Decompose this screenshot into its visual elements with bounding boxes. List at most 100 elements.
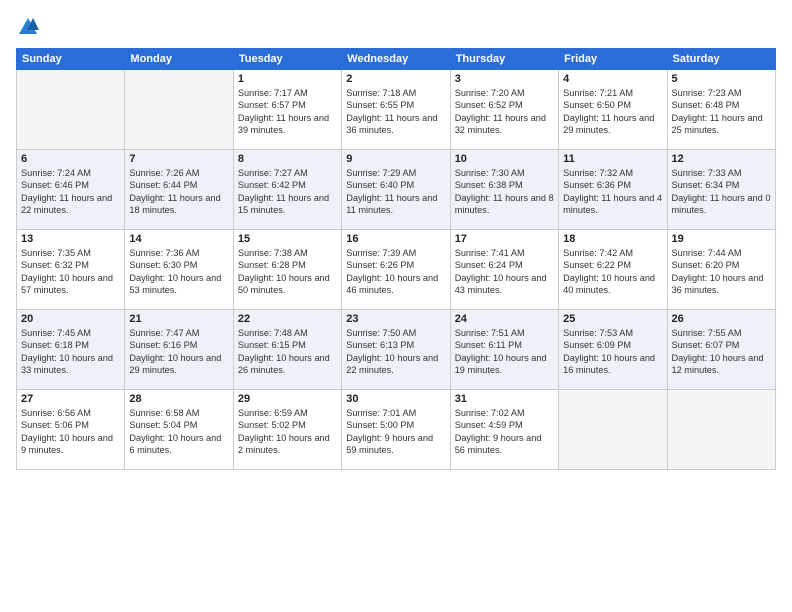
calendar-day-cell: 29 Sunrise: 6:59 AM Sunset: 5:02 PM Dayli… [233,390,341,470]
day-number: 1 [238,73,337,85]
calendar-day-cell: 24 Sunrise: 7:51 AM Sunset: 6:11 PM Dayli… [450,310,558,390]
calendar-day-cell: 8 Sunrise: 7:27 AM Sunset: 6:42 PM Daylig… [233,150,341,230]
calendar-day-cell [667,390,775,470]
day-number: 12 [672,153,771,165]
day-info: Sunrise: 7:36 AM Sunset: 6:30 PM Dayligh… [129,247,228,297]
calendar-day-cell [17,70,125,150]
calendar-day-cell: 17Sunrise: 7:41 AM Sunset: 6:24 PM Dayli… [450,230,558,310]
day-number: 6 [21,153,120,165]
weekday-header: Sunday [17,49,125,70]
calendar-day-cell: 14 Sunrise: 7:36 AM Sunset: 6:30 PM Dayli… [125,230,233,310]
day-number: 25 [563,313,662,325]
calendar-day-cell: 4 Sunrise: 7:21 AM Sunset: 6:50 PM Daylig… [559,70,667,150]
day-info: Sunrise: 7:50 AM Sunset: 6:13 PM Dayligh… [346,327,445,377]
day-number: 8 [238,153,337,165]
day-info: Sunrise: 7:21 AM Sunset: 6:50 PM Dayligh… [563,87,662,137]
calendar-day-cell: 2 Sunrise: 7:18 AM Sunset: 6:55 PM Daylig… [342,70,450,150]
calendar-day-cell [125,70,233,150]
day-number: 27 [21,393,120,405]
weekday-header: Monday [125,49,233,70]
calendar-day-cell: 26 Sunrise: 7:55 AM Sunset: 6:07 PM Dayli… [667,310,775,390]
day-info: Sunrise: 7:41 AM Sunset: 6:24 PM Dayligh… [455,247,554,297]
day-number: 2 [346,73,445,85]
calendar-day-cell: 1 Sunrise: 7:17 AM Sunset: 6:57 PM Daylig… [233,70,341,150]
weekday-header: Tuesday [233,49,341,70]
day-number: 4 [563,73,662,85]
day-number: 26 [672,313,771,325]
day-info: Sunrise: 7:55 AM Sunset: 6:07 PM Dayligh… [672,327,771,377]
day-number: 29 [238,393,337,405]
calendar-day-cell: 20Sunrise: 7:45 AM Sunset: 6:18 PM Dayli… [17,310,125,390]
day-info: Sunrise: 7:35 AM Sunset: 6:32 PM Dayligh… [21,247,120,297]
calendar-week-row: 1 Sunrise: 7:17 AM Sunset: 6:57 PM Daylig… [17,70,776,150]
day-info: Sunrise: 7:18 AM Sunset: 6:55 PM Dayligh… [346,87,445,137]
calendar-week-row: 6 Sunrise: 7:24 AM Sunset: 6:46 PM Daylig… [17,150,776,230]
calendar-day-cell: 15 Sunrise: 7:38 AM Sunset: 6:28 PM Dayli… [233,230,341,310]
calendar-day-cell: 16 Sunrise: 7:39 AM Sunset: 6:26 PM Dayli… [342,230,450,310]
day-info: Sunrise: 7:51 AM Sunset: 6:11 PM Dayligh… [455,327,554,377]
day-number: 13 [21,233,120,245]
calendar-day-cell: 11Sunrise: 7:32 AM Sunset: 6:36 PM Dayli… [559,150,667,230]
day-number: 21 [129,313,228,325]
calendar-day-cell: 27 Sunrise: 6:56 AM Sunset: 5:06 PM Dayli… [17,390,125,470]
calendar-week-row: 27 Sunrise: 6:56 AM Sunset: 5:06 PM Dayli… [17,390,776,470]
day-number: 9 [346,153,445,165]
day-info: Sunrise: 7:17 AM Sunset: 6:57 PM Dayligh… [238,87,337,137]
day-info: Sunrise: 6:59 AM Sunset: 5:02 PM Dayligh… [238,407,337,457]
weekday-header: Thursday [450,49,558,70]
day-number: 28 [129,393,228,405]
weekday-header: Friday [559,49,667,70]
calendar-day-cell: 12 Sunrise: 7:33 AM Sunset: 6:34 PM Dayli… [667,150,775,230]
calendar-day-cell: 22Sunrise: 7:48 AM Sunset: 6:15 PM Dayli… [233,310,341,390]
calendar-table: SundayMondayTuesdayWednesdayThursdayFrid… [16,48,776,470]
day-info: Sunrise: 7:20 AM Sunset: 6:52 PM Dayligh… [455,87,554,137]
day-number: 15 [238,233,337,245]
calendar-day-cell: 19Sunrise: 7:44 AM Sunset: 6:20 PM Dayli… [667,230,775,310]
day-info: Sunrise: 7:02 AM Sunset: 4:59 PM Dayligh… [455,407,554,457]
day-number: 23 [346,313,445,325]
weekday-header: Saturday [667,49,775,70]
day-info: Sunrise: 6:56 AM Sunset: 5:06 PM Dayligh… [21,407,120,457]
day-info: Sunrise: 7:26 AM Sunset: 6:44 PM Dayligh… [129,167,228,217]
calendar-week-row: 13 Sunrise: 7:35 AM Sunset: 6:32 PM Dayli… [17,230,776,310]
day-info: Sunrise: 7:53 AM Sunset: 6:09 PM Dayligh… [563,327,662,377]
day-number: 18 [563,233,662,245]
page-header [16,16,776,38]
calendar-day-cell: 21 Sunrise: 7:47 AM Sunset: 6:16 PM Dayli… [125,310,233,390]
day-number: 31 [455,393,554,405]
day-info: Sunrise: 7:47 AM Sunset: 6:16 PM Dayligh… [129,327,228,377]
calendar-day-cell: 10Sunrise: 7:30 AM Sunset: 6:38 PM Dayli… [450,150,558,230]
day-number: 16 [346,233,445,245]
day-number: 30 [346,393,445,405]
day-info: Sunrise: 7:39 AM Sunset: 6:26 PM Dayligh… [346,247,445,297]
day-number: 14 [129,233,228,245]
day-info: Sunrise: 7:42 AM Sunset: 6:22 PM Dayligh… [563,247,662,297]
day-info: Sunrise: 7:32 AM Sunset: 6:36 PM Dayligh… [563,167,662,217]
calendar-day-cell: 13 Sunrise: 7:35 AM Sunset: 6:32 PM Dayli… [17,230,125,310]
calendar-day-cell: 7 Sunrise: 7:26 AM Sunset: 6:44 PM Daylig… [125,150,233,230]
day-info: Sunrise: 7:33 AM Sunset: 6:34 PM Dayligh… [672,167,771,217]
day-number: 5 [672,73,771,85]
day-info: Sunrise: 6:58 AM Sunset: 5:04 PM Dayligh… [129,407,228,457]
calendar-day-cell: 28 Sunrise: 6:58 AM Sunset: 5:04 PM Dayli… [125,390,233,470]
day-info: Sunrise: 7:24 AM Sunset: 6:46 PM Dayligh… [21,167,120,217]
calendar-day-cell: 31 Sunrise: 7:02 AM Sunset: 4:59 PM Dayli… [450,390,558,470]
day-info: Sunrise: 7:30 AM Sunset: 6:38 PM Dayligh… [455,167,554,217]
calendar-day-cell: 23 Sunrise: 7:50 AM Sunset: 6:13 PM Dayli… [342,310,450,390]
calendar-day-cell: 9Sunrise: 7:29 AM Sunset: 6:40 PM Daylig… [342,150,450,230]
day-number: 7 [129,153,228,165]
day-info: Sunrise: 7:48 AM Sunset: 6:15 PM Dayligh… [238,327,337,377]
calendar-week-row: 20Sunrise: 7:45 AM Sunset: 6:18 PM Dayli… [17,310,776,390]
calendar-day-cell [559,390,667,470]
calendar-day-cell: 5Sunrise: 7:23 AM Sunset: 6:48 PM Daylig… [667,70,775,150]
calendar-header-row: SundayMondayTuesdayWednesdayThursdayFrid… [17,49,776,70]
calendar-day-cell: 30Sunrise: 7:01 AM Sunset: 5:00 PM Dayli… [342,390,450,470]
day-info: Sunrise: 7:38 AM Sunset: 6:28 PM Dayligh… [238,247,337,297]
logo [16,16,39,38]
day-number: 20 [21,313,120,325]
day-info: Sunrise: 7:27 AM Sunset: 6:42 PM Dayligh… [238,167,337,217]
day-number: 19 [672,233,771,245]
logo-icon [17,16,39,38]
day-number: 24 [455,313,554,325]
calendar-day-cell: 25 Sunrise: 7:53 AM Sunset: 6:09 PM Dayli… [559,310,667,390]
